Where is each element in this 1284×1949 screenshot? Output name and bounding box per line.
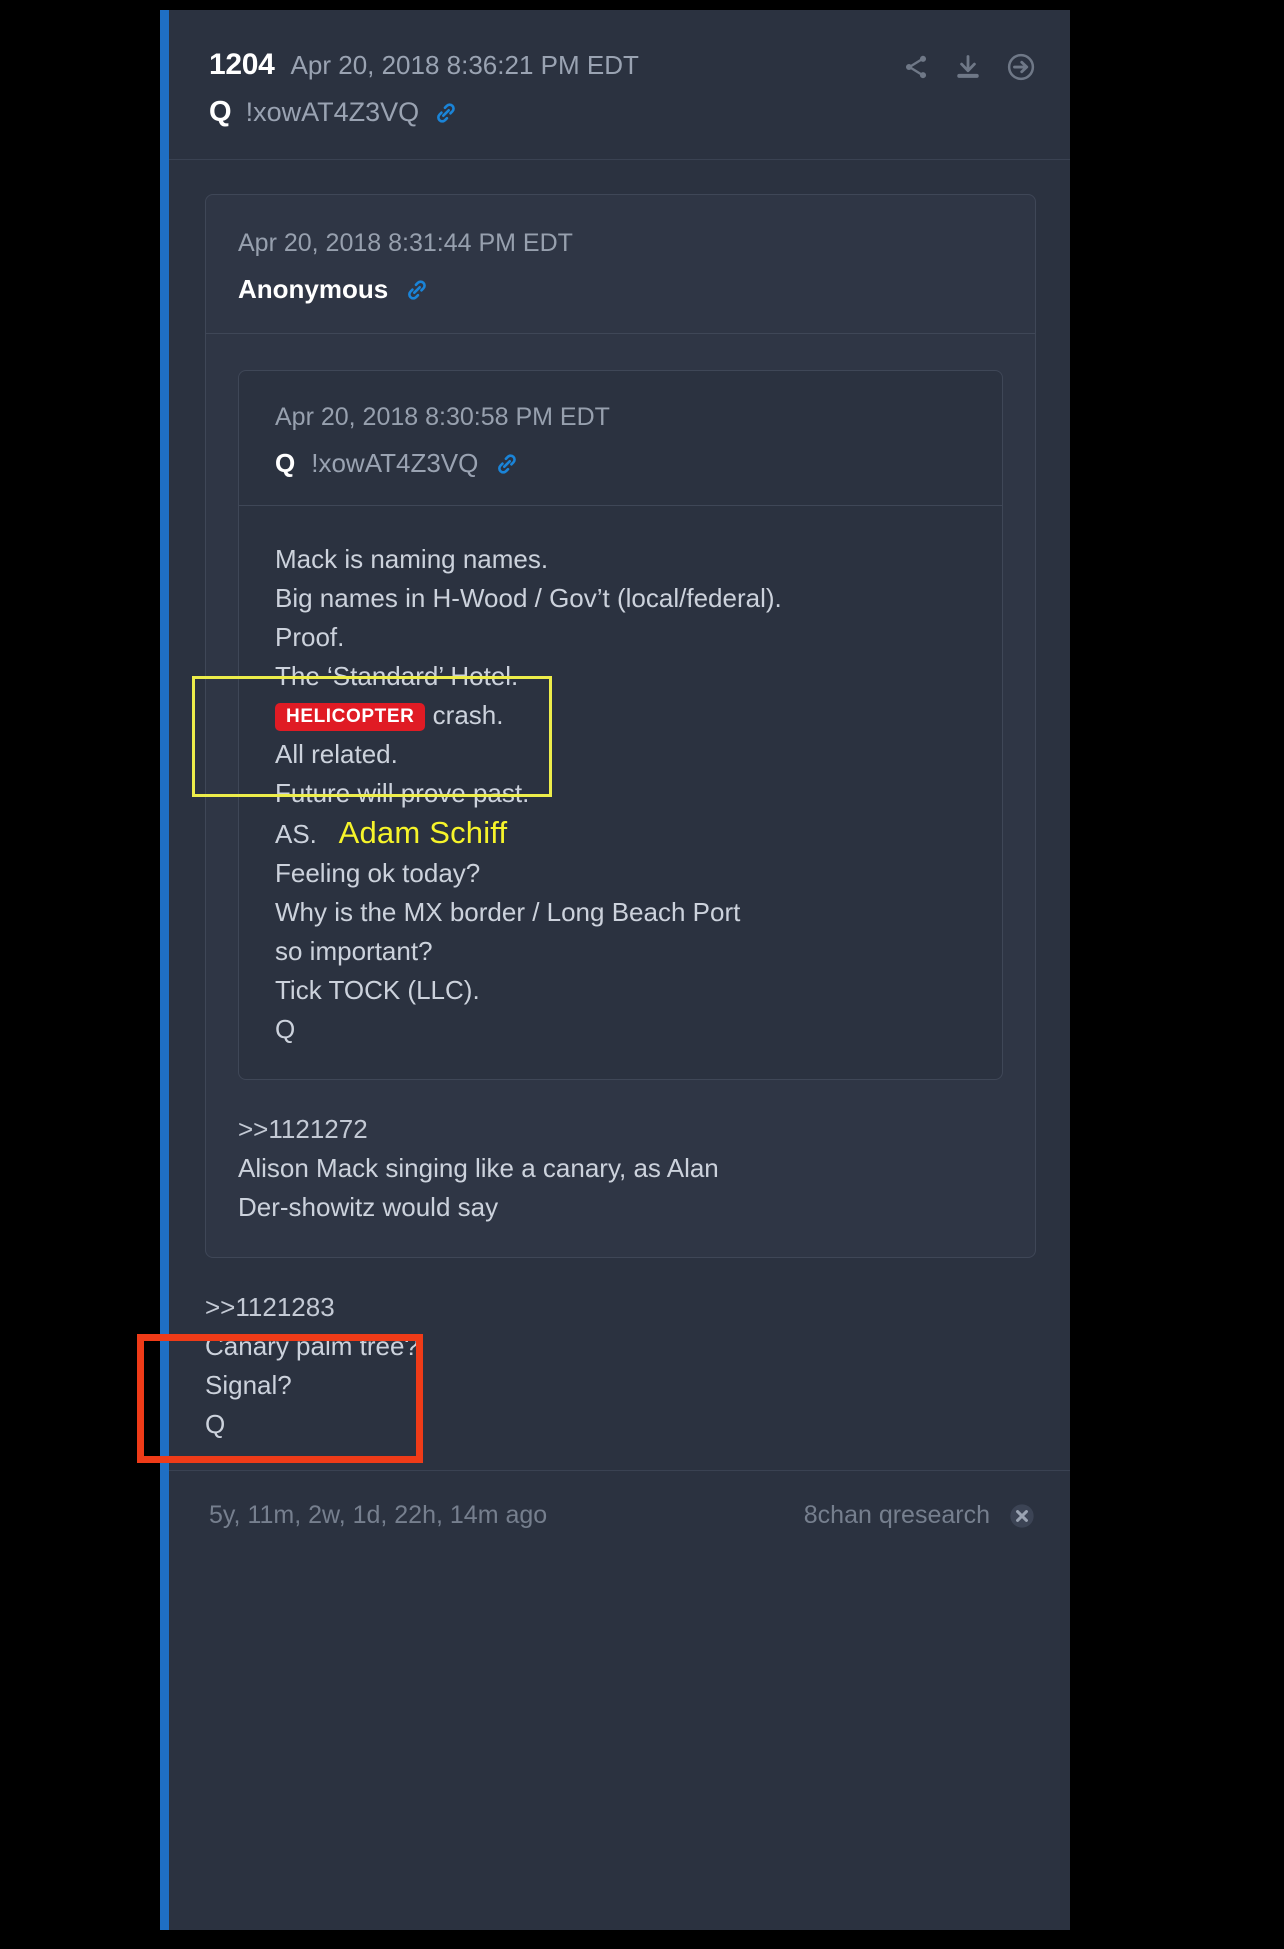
- post-reply-line-signal: Signal?: [205, 1370, 292, 1400]
- q-body-line: Mack is naming names.: [275, 544, 549, 574]
- link-icon[interactable]: [494, 451, 520, 477]
- post-footer-right: 8chan qresearch: [804, 1501, 1036, 1530]
- screenshot-root: 1204 Apr 20, 2018 8:36:21 PM EDT Q !xowA…: [0, 0, 1284, 1949]
- q-body-line: All related.: [275, 739, 398, 769]
- page-gutter: [1070, 0, 1284, 1949]
- quoted-q-timestamp: Apr 20, 2018 8:30:58 PM EDT: [275, 403, 610, 431]
- post-footer: 5y, 11m, 2w, 1d, 22h, 14m ago 8chan qres…: [169, 1470, 1070, 1564]
- quoted-q-tripcode: !xowAT4Z3VQ: [311, 448, 479, 478]
- quoted-anonymous-author: Anonymous: [238, 274, 389, 304]
- quoted-post-q-body: Mack is naming names. Big names in H-Woo…: [239, 506, 1002, 1079]
- arrow-right-circle-icon[interactable]: [1006, 52, 1036, 82]
- post-relative-time: 5y, 11m, 2w, 1d, 22h, 14m ago: [209, 1501, 548, 1529]
- link-icon[interactable]: [433, 100, 459, 126]
- helicopter-badge: HELICOPTER: [275, 703, 426, 731]
- post-author-sigil: Q: [209, 96, 232, 128]
- q-body-line: Big names in H-Wood / Gov’t (local/feder…: [275, 583, 782, 613]
- q-body-line: Feeling ok today?: [275, 858, 481, 888]
- post-source-label: 8chan qresearch: [803, 1501, 990, 1529]
- quoted-post-anonymous-header: Apr 20, 2018 8:31:44 PM EDT Anonymous: [206, 195, 1035, 334]
- download-icon[interactable]: [954, 53, 982, 81]
- quoted-post-q: Apr 20, 2018 8:30:58 PM EDT Q !xowAT4Z3V…: [238, 370, 1003, 1080]
- q-body-line-as: AS. Adam Schiff: [275, 813, 970, 854]
- quoted-post-anonymous-body: Apr 20, 2018 8:30:58 PM EDT Q !xowAT4Z3V…: [206, 334, 1035, 1257]
- helicopter-line-rest: crash.: [425, 700, 504, 730]
- quoted-q-author-sigil: Q: [275, 448, 296, 478]
- post-actions: [902, 52, 1036, 82]
- quoted-anonymous-timestamp: Apr 20, 2018 8:31:44 PM EDT: [238, 229, 573, 257]
- post-card: 1204 Apr 20, 2018 8:36:21 PM EDT Q !xowA…: [160, 10, 1070, 1930]
- post-timestamp: Apr 20, 2018 8:36:21 PM EDT: [290, 50, 639, 80]
- post-number: 1204: [209, 48, 275, 81]
- post-reply-line-signature: Q: [205, 1409, 226, 1439]
- q-body-line: Proof.: [275, 622, 345, 652]
- post-reply-line-canary: Canary palm tree?: [205, 1331, 419, 1361]
- q-body-line-standard-hotel: The ‘Standard’ Hotel.: [275, 661, 519, 691]
- post-reply-ref[interactable]: >>1121283: [205, 1288, 1036, 1327]
- quoted-post-q-header: Apr 20, 2018 8:30:58 PM EDT Q !xowAT4Z3V…: [239, 371, 1002, 506]
- post-header-line-2: Q !xowAT4Z3VQ: [209, 96, 1036, 129]
- q-body-line: Why is the MX border / Long Beach Port s…: [275, 897, 748, 966]
- link-icon[interactable]: [404, 277, 430, 303]
- quoted-anonymous-reply-body: Alison Mack singing like a canary, as Al…: [238, 1153, 719, 1222]
- quoted-q-author-row: Q !xowAT4Z3VQ: [275, 448, 970, 479]
- adam-schiff-annotation: Adam Schiff: [338, 815, 508, 850]
- q-body-line-signature: Q: [275, 1014, 296, 1044]
- close-circle-icon[interactable]: [1008, 1502, 1036, 1530]
- post-header: 1204 Apr 20, 2018 8:36:21 PM EDT Q !xowA…: [169, 10, 1070, 160]
- post-body: Apr 20, 2018 8:31:44 PM EDT Anonymous Ap…: [169, 160, 1070, 1258]
- quoted-anonymous-author-row: Anonymous: [238, 274, 1001, 305]
- q-body-line: Tick TOCK (LLC).: [275, 975, 480, 1005]
- post-tripcode: !xowAT4Z3VQ: [245, 97, 420, 127]
- q-body-line: Future will prove past.: [275, 778, 530, 808]
- quoted-post-anonymous: Apr 20, 2018 8:31:44 PM EDT Anonymous Ap…: [205, 194, 1036, 1258]
- share-icon[interactable]: [902, 53, 930, 81]
- q-body-line-helicopter: HELICOPTER crash.: [275, 696, 970, 735]
- quoted-anonymous-reply-ref[interactable]: >>1121272: [238, 1110, 1003, 1149]
- post-reply-block: >>1121283 Canary palm tree? Signal? Q: [169, 1288, 1070, 1470]
- as-label: AS.: [275, 819, 317, 849]
